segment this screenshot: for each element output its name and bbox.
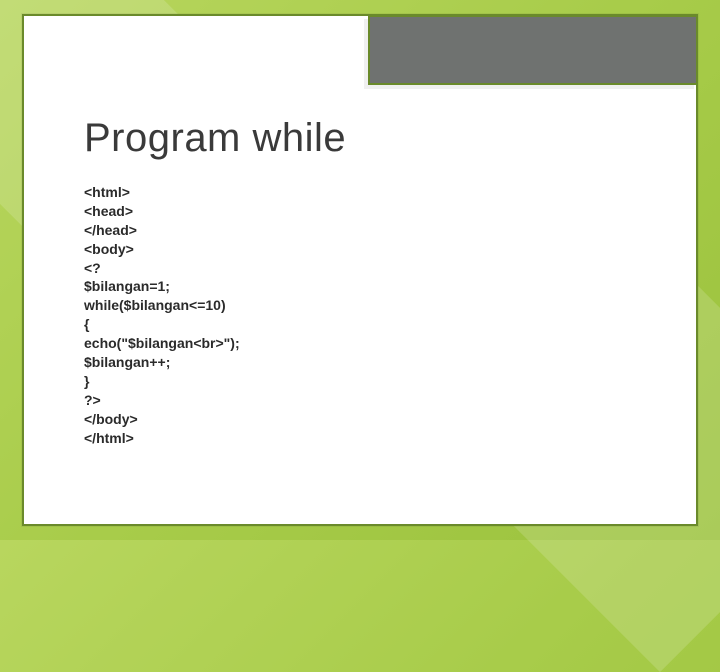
slide-frame: Program while <html> <head> </head> <bod… (22, 14, 698, 526)
accent-tab (368, 15, 698, 85)
slide-content: Program while <html> <head> </head> <bod… (84, 116, 656, 447)
code-block: <html> <head> </head> <body> <? $bilanga… (84, 183, 656, 447)
slide-title: Program while (84, 116, 656, 161)
